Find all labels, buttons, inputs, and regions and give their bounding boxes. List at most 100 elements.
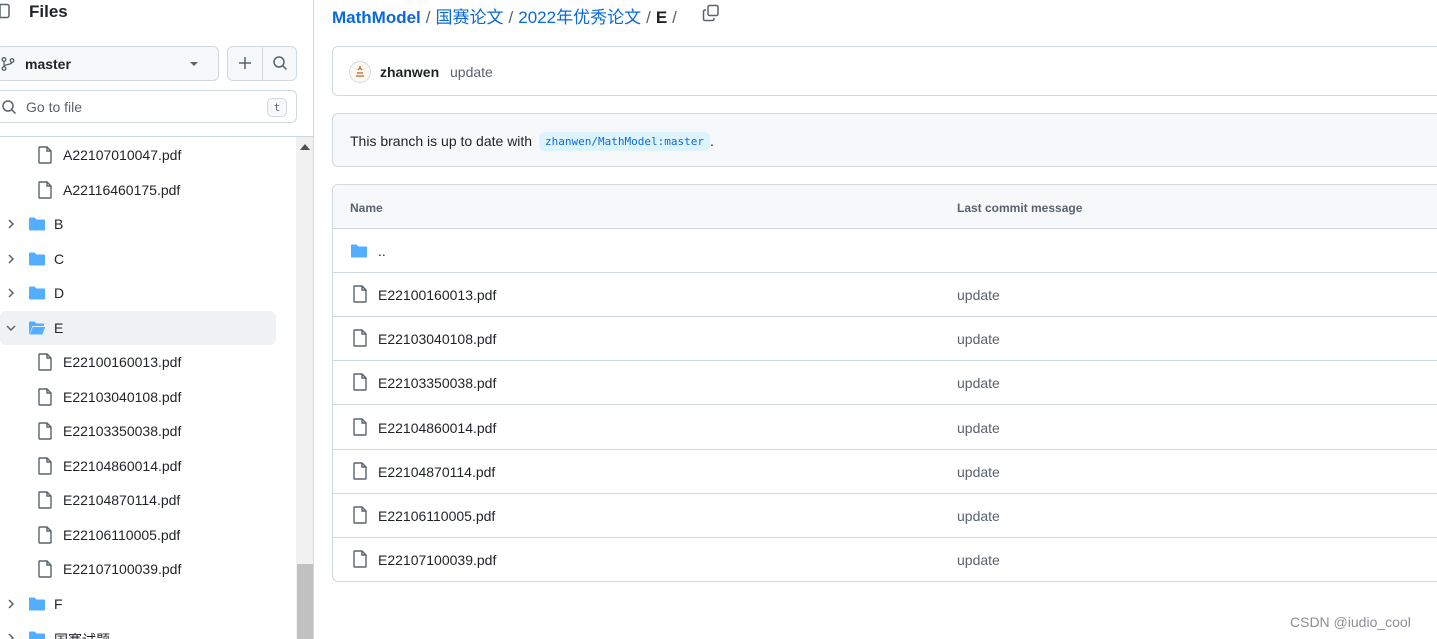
chevron-right-icon[interactable] xyxy=(5,286,17,298)
table-row[interactable]: E22106110005.pdf update xyxy=(333,494,1437,538)
breadcrumb-separator: / xyxy=(508,8,514,27)
tree-item-label: E22107100039.pdf xyxy=(63,561,182,577)
upstream-ref-link[interactable]: zhanwen/MathModel:master xyxy=(539,132,710,151)
chevron-right-icon[interactable] xyxy=(5,597,17,609)
chevron-down-icon[interactable] xyxy=(5,321,17,333)
file-icon xyxy=(37,388,53,406)
breadcrumb-separator: / xyxy=(646,8,651,27)
tree-item-label: 国赛试题 xyxy=(54,630,110,639)
commit-message-link[interactable]: update xyxy=(957,420,1000,436)
avatar[interactable] xyxy=(349,61,371,83)
branch-selector-button[interactable]: master xyxy=(0,46,219,81)
tree-item-label: E22104860014.pdf xyxy=(63,458,182,474)
tree-file-item[interactable]: E22107100039.pdf xyxy=(0,552,276,586)
copy-path-icon[interactable] xyxy=(702,4,720,22)
tree-file-item[interactable]: E22100160013.pdf xyxy=(0,345,276,379)
table-row[interactable]: E22103350038.pdf update xyxy=(333,361,1437,406)
commit-message-link[interactable]: update xyxy=(957,287,1000,303)
commit-message-link[interactable]: update xyxy=(957,508,1000,524)
file-icon xyxy=(352,417,368,436)
chevron-right-icon[interactable] xyxy=(5,217,17,229)
scroll-up-arrow-icon[interactable] xyxy=(300,144,310,150)
search-files-button[interactable] xyxy=(263,47,297,80)
tree-file-item[interactable]: E22103040108.pdf xyxy=(0,380,276,414)
folder-icon xyxy=(28,251,46,267)
tree-file-item[interactable]: A22116460175.pdf xyxy=(0,173,276,207)
breadcrumb-link[interactable]: 国赛论文 xyxy=(436,8,504,27)
keyboard-shortcut-hint: t xyxy=(267,98,287,117)
file-icon xyxy=(352,373,368,392)
table-row[interactable]: E22104870114.pdf update xyxy=(333,450,1437,494)
commit-message[interactable]: update xyxy=(450,64,493,80)
table-row[interactable]: E22104860014.pdf update xyxy=(333,406,1437,450)
commit-author[interactable]: zhanwen xyxy=(380,64,439,80)
file-icon xyxy=(37,146,53,164)
tree-folder-item[interactable]: E xyxy=(0,311,276,345)
file-icon xyxy=(37,526,53,544)
sidebar-title: Files xyxy=(29,2,68,21)
commit-message-link[interactable]: update xyxy=(957,464,1000,480)
file-name-link[interactable]: E22100160013.pdf xyxy=(378,287,496,303)
commit-message-link[interactable]: update xyxy=(957,331,1000,347)
tree-item-label: C xyxy=(54,251,65,267)
file-icon xyxy=(352,506,368,524)
plus-icon xyxy=(239,57,251,69)
file-icon xyxy=(37,181,53,199)
table-row[interactable]: E22107100039.pdf update xyxy=(333,538,1437,581)
file-name-link[interactable]: E22104860014.pdf xyxy=(378,420,496,436)
tree-item-label: E22104870114.pdf xyxy=(63,492,181,508)
go-to-file-input[interactable]: Go to file t xyxy=(0,90,297,123)
tree-file-item[interactable]: E22106110005.pdf xyxy=(0,518,276,552)
tree-item-label: E xyxy=(54,320,64,336)
file-list-table: Name Last commit message .. E22100160013… xyxy=(332,184,1437,582)
file-icon xyxy=(37,457,53,475)
table-row[interactable]: E22100160013.pdf update xyxy=(333,273,1437,317)
tree-file-item[interactable]: E22103350038.pdf xyxy=(0,414,276,448)
folder-icon xyxy=(28,285,46,301)
go-to-file-placeholder: Go to file xyxy=(26,99,83,115)
commit-message-link[interactable]: update xyxy=(957,552,1000,568)
scroll-thumb[interactable] xyxy=(297,564,313,639)
caret-down-icon xyxy=(187,57,201,71)
file-icon xyxy=(37,491,53,509)
file-name-link[interactable]: E22107100039.pdf xyxy=(378,552,496,568)
tree-item-label: A22107010047.pdf xyxy=(63,147,182,163)
sidebar-collapse-icon[interactable] xyxy=(0,3,10,19)
tree-item-label: E22100160013.pdf xyxy=(63,354,182,370)
file-icon xyxy=(37,422,53,440)
breadcrumb-repo-link[interactable]: MathModel xyxy=(332,8,421,27)
parent-directory-row[interactable]: .. xyxy=(333,229,1437,273)
folder-icon xyxy=(28,216,46,232)
add-file-button[interactable] xyxy=(228,47,263,80)
tree-file-item[interactable]: E22104860014.pdf xyxy=(0,449,276,483)
latest-commit-bar: zhanwen update xyxy=(332,46,1437,96)
file-icon xyxy=(352,285,368,303)
file-name-link[interactable]: E22103040108.pdf xyxy=(378,331,496,347)
tree-item-label: B xyxy=(54,216,64,232)
tree-item-label: D xyxy=(54,285,65,301)
tree-folder-item[interactable]: B xyxy=(0,207,276,241)
parent-directory-link[interactable]: .. xyxy=(378,243,386,259)
tree-file-item[interactable]: A22107010047.pdf xyxy=(0,138,276,172)
file-name-link[interactable]: E22103350038.pdf xyxy=(378,375,496,391)
file-name-link[interactable]: E22104870114.pdf xyxy=(378,464,495,480)
tree-folder-item[interactable]: F xyxy=(0,587,276,621)
tree-scrollbar[interactable] xyxy=(296,137,313,639)
tree-folder-item[interactable]: D xyxy=(0,276,276,310)
chevron-right-icon[interactable] xyxy=(5,631,17,639)
tree-folder-item[interactable]: 国赛试题 xyxy=(0,621,276,639)
tree-file-item[interactable]: E22104870114.pdf xyxy=(0,483,276,517)
tree-actions xyxy=(227,46,297,81)
folder-icon xyxy=(28,630,46,639)
tree-item-label: E22103350038.pdf xyxy=(63,423,182,439)
commit-message-link[interactable]: update xyxy=(957,375,1000,391)
folder-open-icon xyxy=(28,320,46,336)
chevron-right-icon[interactable] xyxy=(5,252,17,264)
branch-status-text: This branch is up to date with zhanwen/M… xyxy=(350,132,714,151)
file-icon xyxy=(37,353,53,371)
tree-folder-item[interactable]: C xyxy=(0,242,276,276)
breadcrumb-link[interactable]: 2022年优秀论文 xyxy=(518,8,641,27)
folder-icon xyxy=(28,596,46,612)
table-row[interactable]: E22103040108.pdf update xyxy=(333,317,1437,362)
file-name-link[interactable]: E22106110005.pdf xyxy=(378,508,495,524)
